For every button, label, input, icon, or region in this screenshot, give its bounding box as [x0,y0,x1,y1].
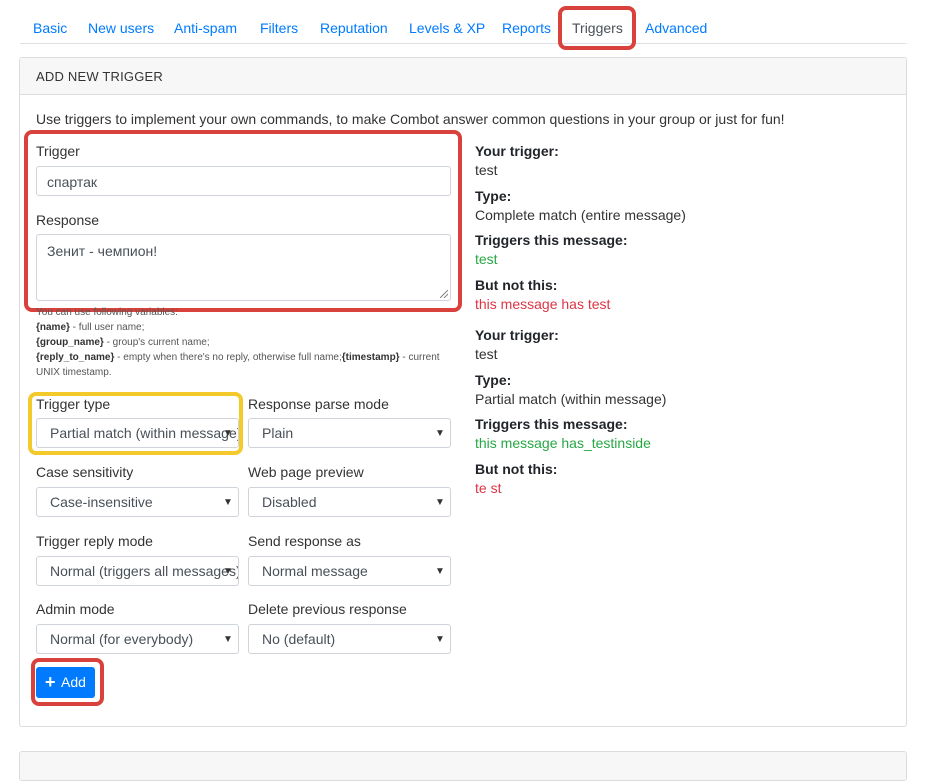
trigger-type-label: Trigger type [36,396,111,412]
example-2-triggers: this message has_testinside [475,435,651,451]
tab-basic[interactable]: Basic [33,10,67,44]
help-line-3: {group_name} - group's current name; [36,337,210,348]
var-timestamp: {timestamp} [341,352,400,363]
parse-mode-select[interactable]: Plain ▼ [248,418,451,448]
resize-grip-icon[interactable] [440,290,448,298]
help-line-4: {reply_to_name} - empty when there's no … [36,352,440,363]
trigger-label: Trigger [36,143,80,159]
tab-reports[interactable]: Reports [502,10,551,44]
admin-mode-select[interactable]: Normal (for everybody) ▼ [36,624,239,654]
add-button-label: Add [61,674,86,690]
example-1-trigger-label: Your trigger: [475,143,559,159]
var-group-desc: - group's current name; [103,337,210,348]
var-name: {name} [36,322,70,333]
add-button[interactable]: + Add [36,667,95,698]
example-1-not-label: But not this: [475,277,558,293]
example-1-triggers: test [475,251,498,267]
var-reply-desc: - empty when there's no reply, otherwise… [114,352,342,363]
chevron-down-icon: ▼ [435,634,445,645]
send-as-value: Normal message [262,563,368,579]
example-2-trigger-label: Your trigger: [475,327,559,343]
case-sensitivity-select[interactable]: Case-insensitive ▼ [36,487,239,517]
tab-anti-spam[interactable]: Anti-spam [174,10,237,44]
chevron-down-icon: ▼ [223,428,233,439]
var-timestamp-desc: - current [399,352,440,363]
web-preview-label: Web page preview [248,464,364,480]
reply-mode-select[interactable]: Normal (triggers all messages) ▼ [36,556,239,586]
example-2-type: Partial match (within message) [475,391,667,407]
parse-mode-value: Plain [262,425,294,441]
response-label: Response [36,212,100,228]
plus-icon: + [45,672,56,692]
card-title: ADD NEW TRIGGER [20,58,906,95]
trigger-input[interactable]: спартак [36,166,451,196]
response-textarea[interactable]: Зенит - чемпион! [36,234,451,301]
example-1-type-label: Type: [475,188,512,204]
chevron-down-icon: ▼ [435,497,445,508]
example-1-not: this message has test [475,296,611,312]
next-card [19,751,907,781]
admin-mode-label: Admin mode [36,601,115,617]
chevron-down-icon: ▼ [223,634,233,645]
send-as-label: Send response as [248,533,361,549]
delete-previous-select[interactable]: No (default) ▼ [248,624,451,654]
example-2-triggers-label: Triggers this message: [475,416,628,432]
var-reply-to-name: {reply_to_name} [36,352,115,363]
admin-mode-value: Normal (for everybody) [50,631,194,647]
reply-mode-value: Normal (triggers all messages) [50,563,238,579]
example-2-trigger: test [475,346,498,362]
response-text: Зенит - чемпион! [47,243,158,259]
example-1-trigger: test [475,162,498,178]
example-2-not-label: But not this: [475,461,558,477]
tab-filters[interactable]: Filters [260,10,298,44]
example-1-type: Complete match (entire message) [475,207,686,223]
case-sensitivity-label: Case sensitivity [36,464,134,480]
example-2-not: te st [475,480,502,496]
case-sensitivity-value: Case-insensitive [50,494,153,510]
tab-advanced[interactable]: Advanced [645,10,707,44]
var-group-name: {group_name} [36,337,104,348]
example-2-type-label: Type: [475,372,512,388]
chevron-down-icon: ▼ [223,497,233,508]
trigger-type-select[interactable]: Partial match (within message) ▼ [36,418,239,448]
chevron-down-icon: ▼ [435,566,445,577]
reply-mode-label: Trigger reply mode [36,533,153,549]
tab-triggers[interactable]: Triggers [572,10,623,44]
parse-mode-label: Response parse mode [248,396,389,412]
send-as-select[interactable]: Normal message ▼ [248,556,451,586]
delete-previous-value: No (default) [262,631,336,647]
tab-new-users[interactable]: New users [88,10,154,44]
intro-text: Use triggers to implement your own comma… [36,111,785,127]
help-line-2: {name} - full user name; [36,322,144,333]
web-preview-value: Disabled [262,494,317,510]
tab-levels-xp[interactable]: Levels & XP [409,10,485,44]
var-name-desc: - full user name; [69,322,145,333]
trigger-type-value: Partial match (within message) [50,425,238,441]
chevron-down-icon: ▼ [223,566,233,577]
chevron-down-icon: ▼ [435,428,445,439]
settings-tabs: Basic New users Anti-spam Filters Reputa… [20,10,907,44]
example-1-triggers-label: Triggers this message: [475,232,628,248]
help-line-1: You can use following variables: [36,307,178,318]
delete-previous-label: Delete previous response [248,601,407,617]
help-line-5: UNIX timestamp. [36,367,112,378]
tab-reputation[interactable]: Reputation [320,10,388,44]
web-preview-select[interactable]: Disabled ▼ [248,487,451,517]
